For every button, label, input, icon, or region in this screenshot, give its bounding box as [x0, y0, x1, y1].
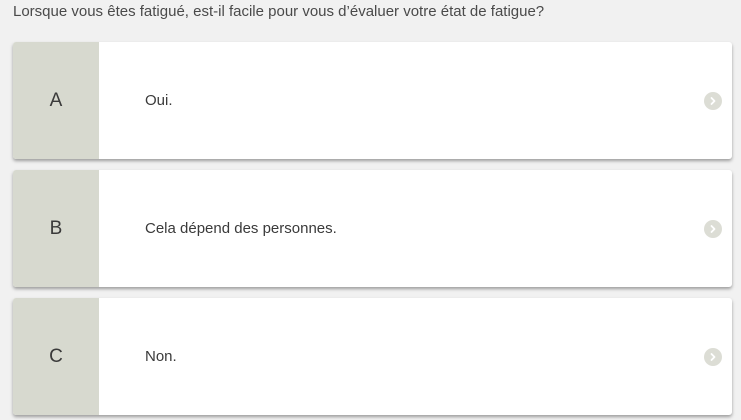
answer-option-a[interactable]: A Oui.: [13, 42, 732, 159]
chevron-right-circle-icon: [704, 220, 722, 238]
option-text: Non.: [145, 348, 177, 365]
chevron-right-circle-icon: [704, 348, 722, 366]
option-letter: B: [13, 170, 99, 287]
answer-option-c[interactable]: C Non.: [13, 298, 732, 415]
option-letter: A: [13, 42, 99, 159]
option-text: Oui.: [145, 92, 173, 109]
option-text: Cela dépend des personnes.: [145, 220, 337, 237]
chevron-right-circle-icon: [704, 92, 722, 110]
answer-option-b[interactable]: B Cela dépend des personnes.: [13, 170, 732, 287]
question-text: Lorsque vous êtes fatigué, est-il facile…: [13, 3, 545, 20]
option-letter: C: [13, 298, 99, 415]
